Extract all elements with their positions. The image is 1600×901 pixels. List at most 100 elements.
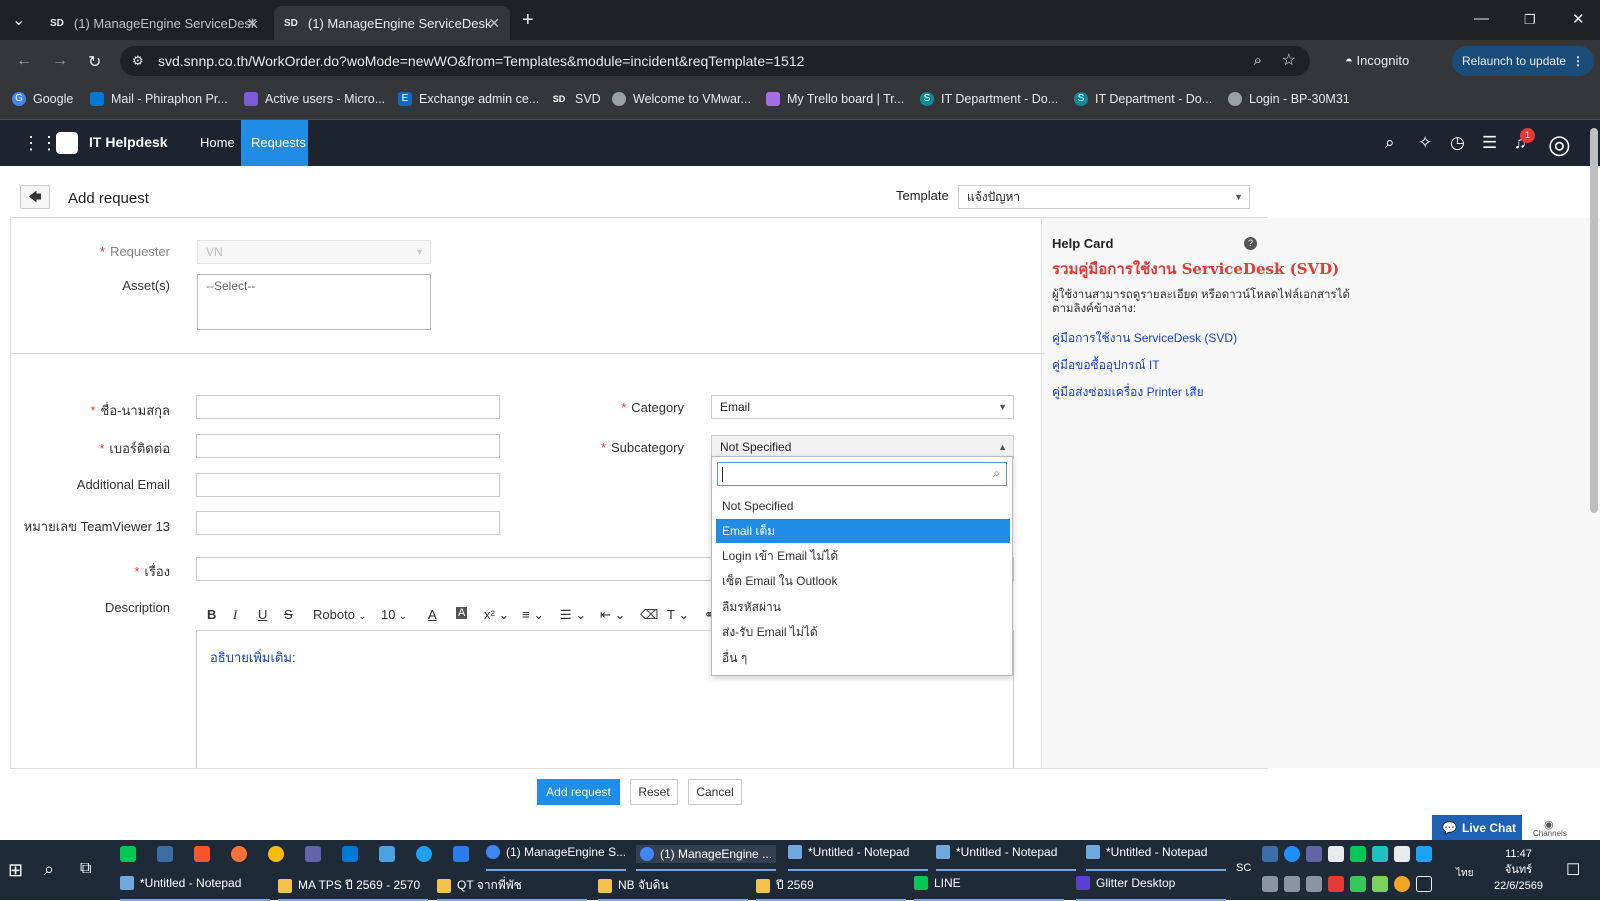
back-icon[interactable]: ←: [16, 52, 32, 70]
tray-icon[interactable]: [1416, 876, 1432, 892]
taskbar-app[interactable]: *Untitled - Notepad: [120, 876, 241, 890]
font-size-dropdown[interactable]: 10 ⌄: [381, 607, 407, 622]
align-icon[interactable]: ≡ ⌄: [522, 607, 544, 623]
category-select[interactable]: Email ▼: [711, 395, 1014, 419]
subcategory-option[interactable]: ลืมรหัสผ่าน: [716, 595, 1010, 619]
task-view-icon[interactable]: ⧉: [80, 860, 91, 878]
volume-icon[interactable]: [1306, 876, 1322, 892]
network-icon[interactable]: [1262, 876, 1278, 892]
page-scrollbar[interactable]: [1590, 128, 1598, 513]
nav-home[interactable]: Home: [190, 120, 245, 166]
check-icon[interactable]: [1350, 876, 1366, 892]
url-field[interactable]: ⚙ svd.snnp.co.th/WorkOrder.do?woMode=new…: [120, 46, 1310, 76]
subcategory-option-selected[interactable]: Email เต็ม: [716, 519, 1010, 543]
window-close-icon[interactable]: ✕: [1572, 10, 1585, 28]
edge-icon[interactable]: [416, 846, 432, 862]
bookmark-item[interactable]: S IT Department - Do...: [1074, 92, 1212, 106]
name-input[interactable]: [196, 395, 500, 419]
language-indicator[interactable]: ไทย: [1456, 866, 1473, 881]
clear-format-icon[interactable]: T ⌄: [667, 607, 689, 623]
bookmark-item[interactable]: G Google: [12, 92, 73, 106]
windows-start-icon[interactable]: ⊞: [8, 860, 23, 881]
strikethrough-icon[interactable]: S: [284, 607, 293, 622]
line-tray-icon[interactable]: [1350, 846, 1366, 862]
subcategory-option[interactable]: อื่น ๆ: [716, 646, 1010, 670]
taskbar-app[interactable]: QT จากพี่พัช: [437, 876, 522, 895]
requester-select[interactable]: VN ▼: [197, 240, 431, 264]
additional-email-input[interactable]: [196, 473, 500, 497]
remote-desktop-icon[interactable]: [379, 846, 395, 862]
minimize-icon[interactable]: —: [1474, 10, 1489, 27]
chrome-icon[interactable]: [268, 846, 284, 862]
subcategory-option[interactable]: เซ็ต Email ใน Outlook: [716, 569, 1010, 593]
notification-center-icon[interactable]: ☐: [1566, 860, 1580, 880]
bookmark-item[interactable]: S IT Department - Do...: [920, 92, 1058, 106]
back-arrow-button[interactable]: 🡄: [20, 185, 50, 209]
highlight-color-icon[interactable]: A: [456, 607, 468, 619]
subcategory-option[interactable]: ส่ง-รับ Email ไม่ได้: [716, 620, 1010, 644]
bookmark-item[interactable]: Active users - Micro...: [244, 92, 385, 106]
help-link-printer-manual[interactable]: คู่มือส่งซ่อมเครื่อง Printer เสีย: [1052, 383, 1204, 402]
search-icon[interactable]: ⌕: [1385, 133, 1395, 153]
bookmark-item[interactable]: Login - BP-30M31: [1228, 92, 1350, 106]
font-family-dropdown[interactable]: Roboto ⌄: [313, 607, 366, 622]
tray-icon[interactable]: [1372, 846, 1388, 862]
onedrive-icon[interactable]: [1284, 846, 1300, 862]
tray-icon[interactable]: [1394, 846, 1410, 862]
language-code[interactable]: SC: [1236, 862, 1251, 874]
list-icon[interactable]: ☰ ⌄: [560, 607, 586, 623]
add-request-button[interactable]: Add request: [537, 779, 620, 805]
eraser-icon[interactable]: ⌫: [640, 607, 658, 623]
forward-icon[interactable]: →: [52, 52, 68, 70]
system-clock[interactable]: 11:47 จันทร์ 22/6/2569: [1494, 846, 1543, 894]
tray-icon[interactable]: [1394, 876, 1410, 892]
relaunch-button[interactable]: Relaunch to update ⋮: [1452, 46, 1594, 76]
site-info-icon[interactable]: ⚙: [132, 46, 144, 76]
quick-actions-icon[interactable]: ✧: [1418, 133, 1432, 153]
channels-button[interactable]: ◉ Channels: [1533, 819, 1567, 838]
firefox-icon[interactable]: [231, 846, 247, 862]
bookmark-item[interactable]: E Exchange admin ce...: [398, 92, 539, 106]
browser-tab-1[interactable]: SD (1) ManageEngine ServiceDesk ✕: [40, 6, 268, 40]
taskbar-app[interactable]: *Untitled - Notepad: [936, 845, 1057, 859]
taskbar-app-active[interactable]: (1) ManageEngine ...: [636, 845, 777, 863]
tab-search-icon[interactable]: ⌄: [12, 10, 25, 30]
subcategory-search-input[interactable]: ⌕: [717, 462, 1007, 486]
bookmark-item[interactable]: Mail - Phiraphon Pr...: [90, 92, 228, 106]
teams-tray-icon[interactable]: [1306, 846, 1322, 862]
taskbar-app[interactable]: *Untitled - Notepad: [788, 845, 909, 859]
close-icon[interactable]: ✕: [246, 15, 258, 32]
mail-app-icon[interactable]: [453, 846, 469, 862]
bold-icon[interactable]: B: [207, 607, 216, 622]
phone-input[interactable]: [196, 434, 500, 458]
incognito-indicator[interactable]: ◓ Incognito: [1345, 53, 1409, 68]
battery-icon[interactable]: [1284, 876, 1300, 892]
teamviewer-input[interactable]: [196, 511, 500, 535]
taskbar-app[interactable]: Glitter Desktop: [1076, 876, 1175, 890]
close-icon[interactable]: ✕: [488, 15, 500, 32]
subcategory-option[interactable]: Login เข้า Email ไม่ได้: [716, 544, 1010, 568]
tray-icon[interactable]: [1372, 876, 1388, 892]
browser-tab-2[interactable]: SD (1) ManageEngine ServiceDesk ✕: [274, 6, 510, 40]
taskbar-app[interactable]: LINE: [914, 876, 961, 890]
help-link-purchase-manual[interactable]: คู่มือขอซื้ออุปกรณ์ IT: [1052, 356, 1160, 375]
search-icon[interactable]: ⌕: [44, 859, 54, 880]
help-question-icon[interactable]: ?: [1244, 237, 1257, 250]
template-select[interactable]: แจ้งปัญหา ▼: [958, 185, 1250, 209]
bookmark-item[interactable]: Welcome to VMwar...: [612, 92, 751, 106]
nav-requests[interactable]: Requests: [241, 120, 308, 166]
live-chat-button[interactable]: 💬 Live Chat: [1432, 815, 1522, 841]
assets-select[interactable]: --Select--: [197, 274, 431, 330]
new-tab-icon[interactable]: +: [522, 9, 534, 32]
tasks-icon[interactable]: ☰: [1482, 133, 1497, 153]
cancel-button[interactable]: Cancel: [688, 779, 742, 805]
history-icon[interactable]: ◷: [1450, 133, 1465, 153]
reset-button[interactable]: Reset: [630, 779, 678, 805]
outlook-icon[interactable]: [342, 846, 358, 862]
indent-icon[interactable]: ⇤ ⌄: [600, 607, 625, 623]
zoom-icon[interactable]: ⌕: [1254, 46, 1262, 76]
bookmark-item[interactable]: My Trello board | Tr...: [766, 92, 904, 106]
taskbar-app[interactable]: ปี 2569: [756, 876, 814, 895]
user-avatar-icon[interactable]: ◎: [1548, 129, 1571, 160]
line-app-icon[interactable]: [120, 846, 136, 862]
